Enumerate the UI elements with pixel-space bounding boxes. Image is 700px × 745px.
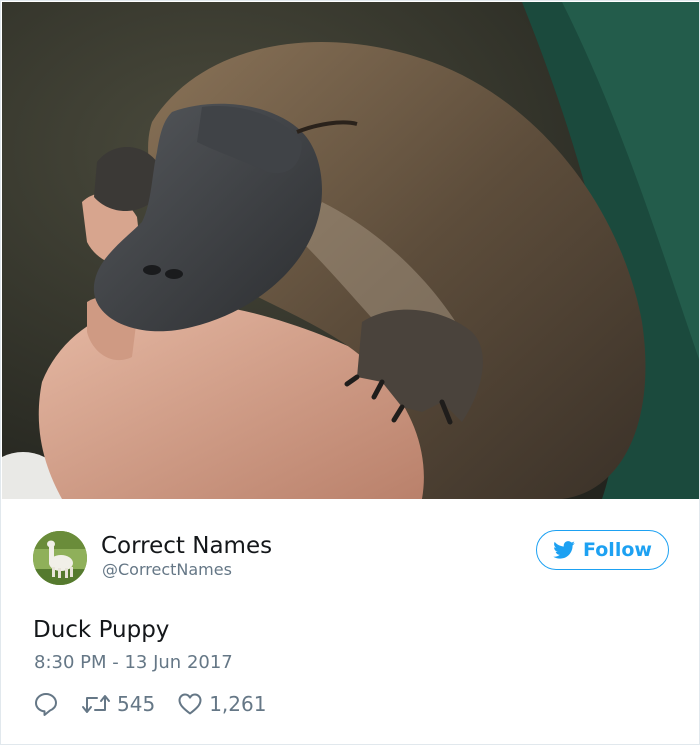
retweet-count: 545 bbox=[117, 692, 156, 716]
reply-icon bbox=[35, 693, 57, 716]
retweet-button[interactable]: 545 bbox=[81, 692, 155, 716]
platypus-photo bbox=[2, 2, 699, 499]
reply-button[interactable] bbox=[33, 691, 59, 717]
tweet-actions: 545 1,261 bbox=[33, 689, 266, 719]
follow-label: Follow bbox=[583, 539, 652, 561]
like-count: 1,261 bbox=[209, 692, 267, 716]
user-avatar[interactable] bbox=[33, 531, 87, 585]
heart-icon bbox=[178, 693, 202, 715]
alpaca-avatar-icon bbox=[33, 531, 87, 585]
user-display-name[interactable]: Correct Names bbox=[101, 532, 272, 560]
user-handle[interactable]: @CorrectNames bbox=[102, 560, 232, 580]
twitter-bird-icon bbox=[553, 541, 575, 559]
retweet-icon bbox=[82, 695, 110, 713]
tweet-timestamp[interactable]: 8:30 PM - 13 Jun 2017 bbox=[34, 651, 233, 675]
like-button[interactable]: 1,261 bbox=[177, 692, 266, 716]
tweet-card: Correct Names @CorrectNames Follow Duck … bbox=[0, 0, 700, 745]
tweet-text: Duck Puppy bbox=[33, 617, 170, 643]
tweet-photo[interactable] bbox=[2, 2, 699, 499]
follow-button[interactable]: Follow bbox=[536, 530, 669, 570]
